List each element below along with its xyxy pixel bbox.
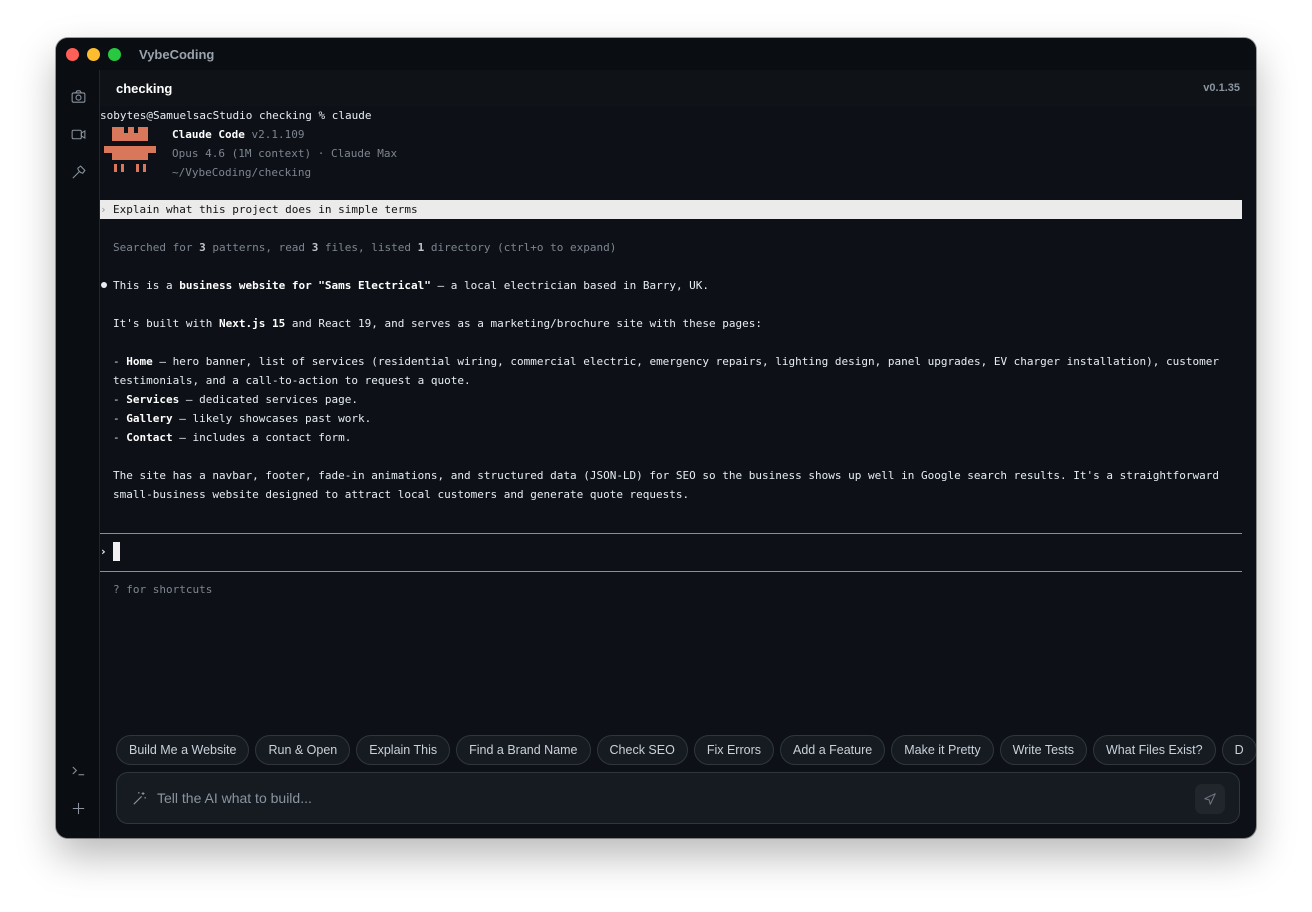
- page-desc: — hero banner, list of services (residen…: [152, 355, 1219, 368]
- built-b: Next.js 15: [218, 317, 286, 330]
- page-item-services: - Services — dedicated services page.: [113, 390, 358, 409]
- close-window-button[interactable]: [66, 47, 79, 61]
- page-item-contact: - Contact — includes a contact form.: [113, 428, 351, 447]
- page-desc: — likely showcases past work.: [172, 412, 372, 425]
- intro-a: This is a: [113, 279, 180, 292]
- summary-line-2: small-business website designed to attra…: [113, 488, 690, 501]
- prompt-input[interactable]: [157, 783, 1177, 813]
- shell-command: sobytes@SamuelsacStudio checking % claud…: [100, 109, 372, 122]
- built-a: It's built with: [113, 317, 219, 330]
- sidebar: [56, 70, 100, 838]
- page-desc: — dedicated services page.: [179, 393, 359, 406]
- intro-c: — a local electrician based in Barry, UK…: [430, 279, 710, 292]
- page-desc: — includes a contact form.: [172, 431, 352, 444]
- built-line: It's built with Next.js 15 and React 19,…: [113, 314, 762, 333]
- page-name: Home: [126, 355, 153, 368]
- response-bullet: [101, 282, 107, 288]
- quick-action-files-exist[interactable]: What Files Exist?: [1093, 735, 1216, 765]
- quick-action-explain[interactable]: Explain This: [356, 735, 451, 765]
- input-divider-bottom: [100, 571, 1242, 572]
- terminal-cursor: [113, 542, 120, 561]
- tab-title[interactable]: checking: [116, 81, 172, 96]
- page-dash: -: [113, 431, 127, 444]
- search-text-a: Searched for: [113, 241, 200, 254]
- page-dash: -: [113, 393, 127, 406]
- send-icon: [1204, 793, 1216, 805]
- terminal[interactable]: sobytes@SamuelsacStudio checking % claud…: [100, 106, 1242, 686]
- claude-header-line: Claude Code v2.1.109: [172, 125, 304, 144]
- tab-bar: checking v0.1.35: [100, 70, 1256, 106]
- page-dash: -: [113, 412, 127, 425]
- search-text-e: files, listed: [318, 241, 418, 254]
- pattern-count: 3: [199, 241, 206, 254]
- plus-icon[interactable]: [66, 796, 90, 820]
- page-item-gallery: - Gallery — likely showcases past work.: [113, 409, 371, 428]
- quick-action-build-website[interactable]: Build Me a Website: [116, 735, 250, 765]
- quick-action-check-seo[interactable]: Check SEO: [596, 735, 688, 765]
- prompt-chevron: ›: [100, 203, 107, 216]
- video-icon[interactable]: [66, 122, 90, 146]
- title-bar: VybeCoding: [56, 38, 1256, 70]
- search-text-g: directory (ctrl+o to expand): [424, 241, 617, 254]
- page-item-home-cont: testimonials, and a call-to-action to re…: [113, 374, 471, 387]
- intro-line: This is a business website for "Sams Ele…: [113, 276, 709, 295]
- user-prompt: Explain what this project does in simple…: [113, 203, 418, 216]
- main-panel: checking v0.1.35 sobytes@SamuelsacStudio…: [100, 70, 1256, 838]
- terminal-icon[interactable]: [66, 758, 90, 782]
- quick-action-more[interactable]: D: [1221, 735, 1256, 765]
- app-name: Claude Code: [172, 128, 245, 141]
- model-info: Opus 4.6 (1M context) · Claude Max: [172, 147, 398, 160]
- app-window: VybeCoding checking v0.1.35 sobytes@Samu…: [56, 38, 1256, 838]
- page-name: Gallery: [126, 412, 173, 425]
- page-name: Services: [126, 393, 180, 406]
- search-summary: Searched for 3 patterns, read 3 files, l…: [113, 238, 616, 257]
- app-title: VybeCoding: [139, 46, 215, 62]
- input-chevron: ›: [100, 545, 107, 558]
- quick-action-fix-errors[interactable]: Fix Errors: [693, 735, 774, 765]
- quick-action-run-open[interactable]: Run & Open: [255, 735, 351, 765]
- working-directory: ~/VybeCoding/checking: [172, 166, 312, 179]
- page-dash: -: [113, 355, 127, 368]
- quick-action-brand-name[interactable]: Find a Brand Name: [456, 735, 591, 765]
- intro-b: business website for "Sams Electrical": [179, 279, 431, 292]
- summary-line-1: The site has a navbar, footer, fade-in a…: [113, 469, 1219, 482]
- page-item-home: - Home — hero banner, list of services (…: [113, 352, 1219, 371]
- minimize-window-button[interactable]: [87, 47, 100, 61]
- quick-actions: Build Me a Website Run & Open Explain Th…: [116, 735, 1256, 765]
- claude-logo-icon: [104, 127, 156, 172]
- shortcuts-hint: ? for shortcuts: [113, 583, 213, 596]
- quick-action-write-tests[interactable]: Write Tests: [999, 735, 1087, 765]
- app-version: v2.1.109: [251, 128, 305, 141]
- hammer-icon[interactable]: [66, 160, 90, 184]
- quick-action-add-feature[interactable]: Add a Feature: [780, 735, 886, 765]
- prompt-bar: [116, 772, 1240, 824]
- maximize-window-button[interactable]: [108, 47, 121, 61]
- magic-wand-icon: [133, 792, 146, 805]
- quick-action-make-pretty[interactable]: Make it Pretty: [891, 735, 994, 765]
- page-name: Contact: [126, 431, 173, 444]
- window-controls: [66, 47, 121, 61]
- built-c: and React 19, and serves as a marketing/…: [285, 317, 763, 330]
- user-prompt-row: › Explain what this project does in simp…: [100, 200, 1242, 219]
- send-button[interactable]: [1195, 784, 1225, 814]
- search-text-c: patterns, read: [205, 241, 312, 254]
- version-label: v0.1.35: [1203, 82, 1240, 94]
- input-divider-top: [100, 533, 1242, 534]
- camera-icon[interactable]: [66, 84, 90, 108]
